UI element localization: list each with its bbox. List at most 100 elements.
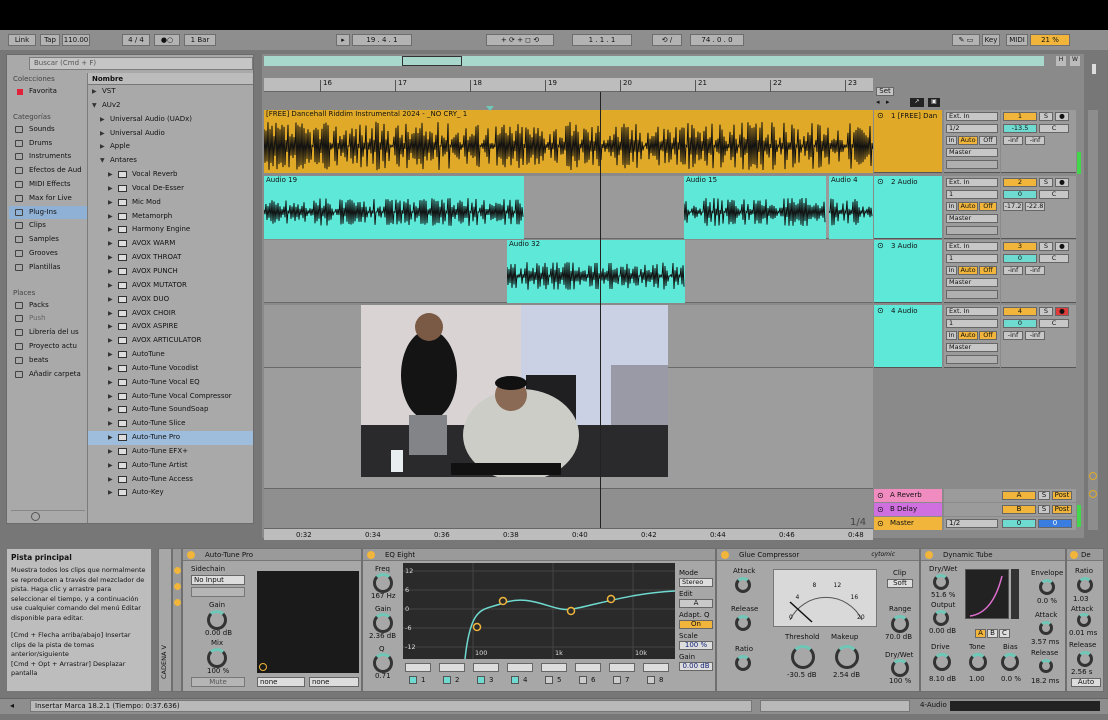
output-value[interactable]: 0.00 dB: [929, 627, 956, 635]
filter-type-select[interactable]: [473, 663, 499, 672]
eq-band-control[interactable]: 2: [437, 663, 469, 689]
tube-attack-value[interactable]: 3.57 ms: [1031, 638, 1059, 646]
disclosure-icon[interactable]: ▶: [108, 459, 113, 473]
track-lane[interactable]: [FREE] Dancehall Riddim Instrumental 202…: [264, 110, 873, 173]
return-activator-button[interactable]: A: [1002, 491, 1036, 500]
drive-knob[interactable]: [933, 653, 951, 671]
envelope-knob[interactable]: [1039, 579, 1055, 595]
metronome-button[interactable]: ●○: [154, 34, 180, 46]
output-select[interactable]: Master: [946, 214, 998, 223]
next-locator-icon[interactable]: ▸: [886, 98, 890, 106]
freq-knob[interactable]: [373, 573, 393, 593]
browser-item[interactable]: ▶ AVOX THROAT: [88, 251, 253, 265]
browser-item[interactable]: ▶ AVOX WARM: [88, 237, 253, 251]
mix-knob[interactable]: [207, 648, 227, 668]
track-header[interactable]: ⊙ 1 [FREE] Dan: [874, 110, 942, 173]
fold-icon[interactable]: ⊙: [877, 306, 884, 315]
makeup-knob[interactable]: [835, 645, 859, 669]
browser-item[interactable]: ▶ Auto-Tune Vocal EQ: [88, 376, 253, 390]
monitor-in-button[interactable]: In: [946, 136, 957, 145]
eq-band-control[interactable]: 6: [573, 663, 605, 689]
scroll-circle-icon[interactable]: [1089, 472, 1097, 480]
browser-item[interactable]: ▶ AVOX ARTICULATOR: [88, 334, 253, 348]
return-track-name[interactable]: B Delay: [890, 505, 917, 513]
browser-item[interactable]: ▶ VST: [88, 85, 253, 99]
w-button[interactable]: W: [1070, 56, 1080, 66]
browser-item[interactable]: ▶ Vocal Reverb: [88, 168, 253, 182]
key-map-button[interactable]: Key: [982, 34, 1000, 46]
post-button[interactable]: Post: [1052, 505, 1072, 514]
disclosure-icon[interactable]: ▶: [92, 85, 97, 99]
solo-button[interactable]: S: [1039, 178, 1053, 187]
loop-toggle[interactable]: ⟲ ∕: [652, 34, 682, 46]
bias-knob[interactable]: [1001, 653, 1019, 671]
lock-icon[interactable]: ▣: [928, 98, 940, 107]
tap-button[interactable]: Tap: [40, 34, 60, 46]
ratio-knob[interactable]: [735, 655, 751, 671]
range-knob[interactable]: [891, 615, 909, 633]
solo-button[interactable]: S: [1038, 491, 1050, 500]
track-activator-button[interactable]: 1: [1003, 112, 1037, 121]
prev-locator-icon[interactable]: ◂: [876, 98, 880, 106]
disclosure-icon[interactable]: ▶: [108, 390, 113, 404]
device-title[interactable]: EQ Eight: [363, 549, 715, 561]
track-activator-button[interactable]: 3: [1003, 242, 1037, 251]
browser-item[interactable]: ▶ Auto-Tune Slice: [88, 417, 253, 431]
sidebar-item-current-project[interactable]: Proyecto actu: [9, 340, 87, 354]
pan-field[interactable]: C: [1039, 124, 1069, 133]
output-channel-select[interactable]: [946, 160, 998, 169]
input-channel-select[interactable]: 1: [946, 190, 998, 199]
disclosure-icon[interactable]: ▼: [100, 154, 105, 168]
disclosure-icon[interactable]: ▶: [108, 196, 113, 210]
browser-item[interactable]: ▶ AVOX DUO: [88, 293, 253, 307]
scale-value[interactable]: 100 %: [679, 641, 713, 650]
disclosure-icon[interactable]: ▶: [108, 168, 113, 182]
solo-button[interactable]: S: [1039, 307, 1053, 316]
last-ratio-knob[interactable]: [1077, 577, 1093, 593]
fold-icon[interactable]: ⊙: [877, 177, 884, 186]
sidebar-item-clips[interactable]: Clips: [9, 219, 87, 233]
pan-field[interactable]: C: [1039, 319, 1069, 328]
output-select[interactable]: Master: [946, 278, 998, 287]
return-track-header[interactable]: ⊙ A Reverb: [874, 489, 942, 502]
monitor-auto-button[interactable]: Auto: [958, 136, 978, 145]
disclosure-icon[interactable]: ▶: [108, 486, 113, 500]
sidebar-item-drums[interactable]: Drums: [9, 137, 87, 151]
macro-toggle-icon[interactable]: [174, 599, 181, 606]
browser-item[interactable]: ▶ AutoTune: [88, 348, 253, 362]
q-value[interactable]: 0.71: [375, 672, 391, 680]
adapt-q-toggle[interactable]: On: [679, 620, 713, 629]
track-name[interactable]: 2 Audio: [891, 178, 918, 186]
overview-viewport[interactable]: [402, 56, 462, 66]
filter-type-select[interactable]: [405, 663, 431, 672]
disclosure-icon[interactable]: ▶: [108, 445, 113, 459]
solo-button[interactable]: S: [1038, 505, 1050, 514]
glue-drywet-knob[interactable]: [891, 659, 909, 677]
disclosure-icon[interactable]: ▶: [108, 251, 113, 265]
sidechain-input-select[interactable]: No Input: [191, 575, 245, 585]
monitor-off-button[interactable]: Off: [979, 202, 997, 211]
monitor-auto-button[interactable]: Auto: [958, 266, 978, 275]
time-ruler[interactable]: 0:32 0:34 0:36 0:38 0:40 0:42 0:44 0:46 0:48: [264, 528, 873, 540]
arm-button[interactable]: ●: [1055, 178, 1069, 187]
rack-macro-toggles[interactable]: [172, 548, 182, 692]
tone-value[interactable]: 1.00: [969, 675, 985, 683]
output-select[interactable]: Master: [946, 343, 998, 352]
band-on-toggle[interactable]: [647, 676, 655, 684]
band-on-toggle[interactable]: [511, 676, 519, 684]
macro-toggle-icon[interactable]: [174, 567, 181, 574]
master-volume-field[interactable]: 0: [1002, 519, 1036, 528]
auto-release-toggle[interactable]: Auto: [1071, 678, 1101, 687]
device-title[interactable]: Glue Compressor cytomic: [717, 549, 919, 561]
time-signature-field[interactable]: 4 / 4: [122, 34, 150, 46]
tube-type-button[interactable]: C: [999, 629, 1010, 638]
sidebar-item-instruments[interactable]: Instruments: [9, 150, 87, 164]
browser-item[interactable]: ▶ AVOX CHOIR: [88, 307, 253, 321]
filter-type-select[interactable]: [643, 663, 669, 672]
eq-band-control[interactable]: 5: [539, 663, 571, 689]
fold-icon[interactable]: ⊙: [877, 503, 884, 516]
filter-type-select[interactable]: [541, 663, 567, 672]
makeup-value[interactable]: 2.54 dB: [833, 671, 860, 679]
filter-type-select[interactable]: [575, 663, 601, 672]
loop-start-field[interactable]: 1 . 1 . 1: [572, 34, 632, 46]
